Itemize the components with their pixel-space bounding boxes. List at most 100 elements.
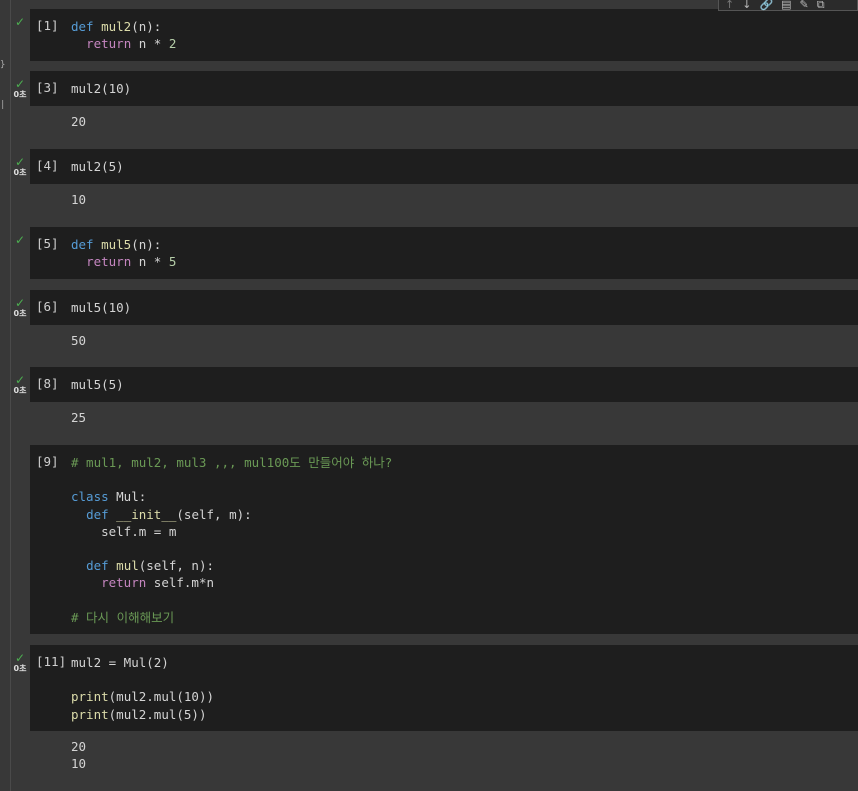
code-line: print(mul2.mul(10)) (71, 688, 214, 705)
cell-status[interactable]: ✓ (10, 9, 30, 29)
check-icon: ✓ (14, 233, 26, 247)
execution-count: [6] (36, 299, 59, 314)
code-token: mul2(10) (71, 81, 132, 96)
code-token: def (86, 558, 117, 574)
code-editor[interactable]: [4] mul2(5) (30, 149, 858, 184)
code-source[interactable]: mul2 = Mul(2) print(mul2.mul(10)) print(mu… (71, 654, 214, 723)
execution-count: [1] (36, 18, 59, 33)
mirror-icon[interactable]: ⧉ (817, 0, 825, 10)
cell-output: 20 (71, 114, 87, 129)
code-token: (mul2.mul(10)) (108, 689, 214, 705)
move-down-icon[interactable]: ↓ (742, 0, 751, 10)
code-editor[interactable]: [9] # mul1, mul2, mul3 ,,, mul100도 만들어야 하… (30, 445, 858, 634)
link-icon[interactable]: 🔗 (759, 0, 773, 10)
check-icon: ✓ (14, 15, 26, 29)
cell-toolbar: ↑ ↓ 🔗 ▤ ✎ ⧉ (718, 0, 858, 11)
code-cell[interactable]: ✓ 0초 [6] mul5(10) 50 (0, 290, 858, 368)
cell-status[interactable]: ✓ 0초 (10, 71, 30, 99)
code-editor[interactable]: [3] mul2(10) (30, 71, 858, 106)
code-token: mul2 (101, 19, 132, 34)
code-source[interactable]: mul2(5) (71, 158, 124, 175)
code-token: (n): (131, 237, 162, 252)
code-line: def __init__(self, m): (71, 506, 392, 523)
code-line: mul2(5) (71, 158, 124, 175)
execution-count: [5] (36, 236, 59, 251)
code-line: # mul1, mul2, mul3 ,,, mul100도 만들어야 하나? (71, 454, 392, 471)
code-line: # 다시 이해해보기 (71, 609, 392, 626)
code-line: class Mul: (71, 488, 392, 505)
code-source[interactable]: # mul1, mul2, mul3 ,,, mul100도 만들어야 하나? c… (71, 454, 392, 626)
code-token: mul2 = Mul(2) (71, 655, 169, 670)
execution-count: [3] (36, 80, 59, 95)
code-line: def mul5(n): (71, 236, 176, 253)
code-editor[interactable]: [11] mul2 = Mul(2) print(mul2.mul(10)) prin… (30, 645, 858, 731)
check-icon: ✓ (14, 155, 26, 169)
move-up-icon[interactable]: ↑ (725, 0, 734, 10)
code-line: mul5(10) (71, 299, 131, 316)
execution-count: [11] (36, 654, 67, 669)
execution-duration: 0초 (13, 309, 27, 318)
code-cell[interactable]: ✓ [1] def mul2(n): return n * 2 (0, 9, 858, 61)
cell-output: 20 10 (71, 739, 87, 771)
cell-status[interactable]: ✓ 0초 (10, 367, 30, 395)
code-source[interactable]: mul5(5) (71, 376, 124, 393)
code-line: mul2 = Mul(2) (71, 654, 214, 671)
code-line: self.m = m (71, 523, 392, 540)
cell-status[interactable]: ✓ 0초 (10, 645, 30, 673)
cell-status[interactable]: ✓ 0초 (10, 149, 30, 177)
code-line: print(mul2.mul(5)) (71, 706, 214, 723)
comment-icon[interactable]: ▤ (781, 0, 791, 10)
execution-duration: 0초 (13, 664, 27, 673)
cell-status[interactable]: ✓ 0초 (10, 290, 30, 318)
code-cell[interactable]: [9] # mul1, mul2, mul3 ,,, mul100도 만들어야 하… (0, 445, 858, 634)
code-token: def (71, 237, 102, 252)
execution-count: [8] (36, 376, 59, 391)
code-source[interactable]: def mul5(n): return n * 5 (71, 236, 176, 270)
code-token: Mul: (116, 489, 147, 505)
code-editor[interactable]: [1] def mul2(n): return n * 2 (30, 9, 858, 61)
collapse-handle-icon[interactable]: } (0, 60, 5, 70)
code-token: mul5(5) (71, 377, 124, 392)
code-source[interactable]: def mul2(n): return n * 2 (71, 18, 176, 52)
code-source[interactable]: mul5(10) (71, 299, 131, 316)
code-line: mul2(10) (71, 80, 131, 97)
code-cell[interactable]: ✓ 0초 [8] mul5(5) 25 (0, 367, 858, 445)
code-cell[interactable]: ✓ 0초 [3] mul2(10) 20 (0, 71, 858, 149)
execution-count: [4] (36, 158, 59, 173)
code-token: mul2(5) (71, 159, 124, 174)
code-editor[interactable]: [8] mul5(5) (30, 367, 858, 402)
edit-icon[interactable]: ✎ (800, 0, 809, 10)
code-token: return (86, 36, 132, 52)
code-line: def mul2(n): (71, 18, 176, 35)
code-editor[interactable]: [6] mul5(10) (30, 290, 858, 325)
code-token: n * (131, 36, 169, 52)
code-cell[interactable]: ✓ 0초 [4] mul2(5) 10 (0, 149, 858, 227)
code-token: def (71, 19, 102, 34)
code-token: mul (116, 558, 139, 574)
code-cell[interactable]: ✓ [5] def mul5(n): return n * 5 (0, 227, 858, 279)
execution-duration: 0초 (13, 386, 27, 395)
code-line: mul5(5) (71, 376, 124, 393)
code-token: # mul1, mul2, mul3 ,,, mul100도 만들어야 하나? (71, 455, 393, 470)
code-token: (self, m): (176, 506, 252, 522)
code-token: (self, n): (138, 558, 215, 574)
cell-status[interactable]: ✓ (10, 227, 30, 247)
code-token: print (71, 689, 109, 705)
check-icon: ✓ (14, 296, 26, 310)
code-source[interactable]: mul2(10) (71, 80, 131, 97)
code-token: 5 (168, 254, 177, 270)
code-token: return (101, 575, 147, 591)
code-editor[interactable]: [5] def mul5(n): return n * 5 (30, 227, 858, 279)
code-token: __init__ (116, 506, 177, 522)
code-token: return (86, 254, 132, 270)
code-cell[interactable]: ✓ 0초 [11] mul2 = Mul(2) print(mul2.mul(10)) p… (0, 645, 858, 791)
